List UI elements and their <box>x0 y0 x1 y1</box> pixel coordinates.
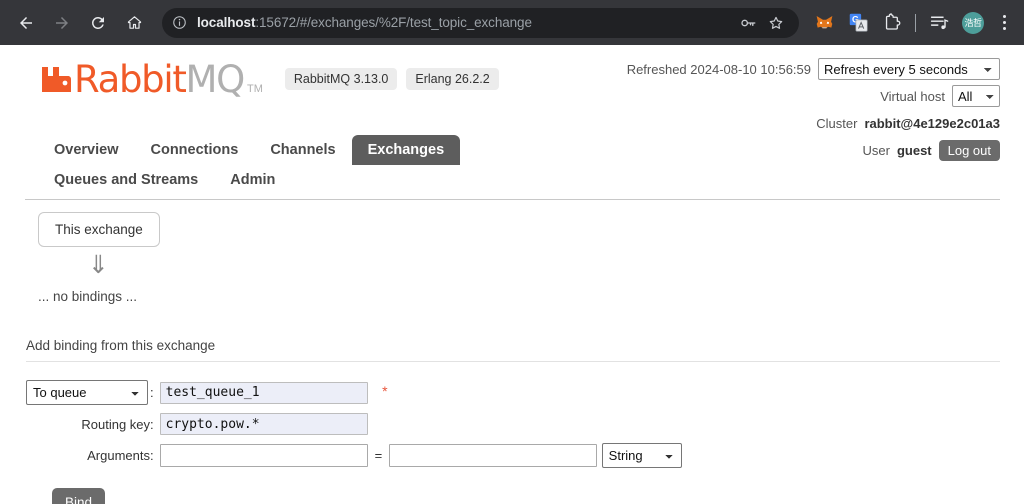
extensions-puzzle-icon[interactable] <box>879 10 905 36</box>
address-bar[interactable]: localhost:15672/#/exchanges/%2F/test_top… <box>162 7 799 38</box>
add-binding-form: To queue : * Routing key: Arguments: = <box>26 376 682 472</box>
this-exchange-node[interactable]: This exchange <box>38 212 160 247</box>
tab-connections[interactable]: Connections <box>135 135 255 165</box>
status-panel: Refreshed 2024-08-10 10:56:59 Refresh ev… <box>627 58 1000 166</box>
refresh-interval-select[interactable]: Refresh every 5 seconds <box>818 58 1000 80</box>
kebab-dot <box>1002 21 1006 24</box>
logo-text-rabbit: Rabbit <box>74 58 187 101</box>
routing-key-label: Routing key: <box>81 416 154 432</box>
cluster-label: Cluster <box>816 115 858 131</box>
browser-menu-button[interactable] <box>992 10 1016 36</box>
add-binding-heading: Add binding from this exchange <box>26 338 216 353</box>
destination-row: To queue : * <box>26 376 682 409</box>
arguments-equals-sign: = <box>374 448 383 463</box>
bindings-section: This exchange ⇓ ... no bindings ... <box>0 200 1024 304</box>
argument-key-input[interactable] <box>159 444 368 467</box>
profile-avatar[interactable]: 浩哲 <box>960 10 986 36</box>
bookmark-star-icon[interactable] <box>765 12 787 34</box>
kebab-dot <box>1002 27 1006 30</box>
tab-admin[interactable]: Admin <box>214 165 291 195</box>
home-button[interactable] <box>119 8 149 38</box>
destination-colon: : <box>150 385 154 400</box>
arguments-input-cell: = String <box>159 439 682 472</box>
forward-button[interactable] <box>47 8 77 38</box>
reload-icon <box>91 16 104 29</box>
user-name: guest <box>896 142 932 158</box>
version-badges: RabbitMQ 3.13.0 Erlang 26.2.2 <box>284 67 499 92</box>
arrow-left-icon <box>20 16 32 29</box>
url-path: :15672/#/exchanges/%2F/test_topic_exchan… <box>255 15 532 30</box>
extension-icons: G 浩哲 <box>807 10 1016 36</box>
url-host: localhost <box>197 15 256 30</box>
tab-queues-and-streams[interactable]: Queues and Streams <box>38 165 214 195</box>
page-header: RabbitMQ TM RabbitMQ 3.13.0 Erlang 26.2.… <box>0 45 1024 161</box>
required-asterisk: * <box>382 383 388 399</box>
back-button[interactable] <box>11 8 41 38</box>
user-label: User <box>862 142 890 158</box>
arrow-right-icon <box>56 16 68 29</box>
routing-key-input-cell <box>159 409 682 439</box>
destination-input-cell: * <box>159 376 682 409</box>
vhost-select[interactable]: All <box>952 85 1000 107</box>
kebab-dot <box>1002 15 1006 18</box>
destination-name-input[interactable] <box>159 381 368 404</box>
info-circle-icon[interactable] <box>171 14 188 31</box>
refreshed-timestamp: Refreshed 2024-08-10 10:56:59 <box>626 61 811 77</box>
rabbitmq-logo-icon[interactable] <box>38 59 72 100</box>
routing-key-input[interactable] <box>159 413 368 435</box>
nav-row-secondary: Queues and Streams Admin <box>38 165 1000 195</box>
arguments-row: Arguments: = String <box>26 439 682 472</box>
key-icon[interactable] <box>737 12 759 34</box>
refresh-row: Refreshed 2024-08-10 10:56:59 Refresh ev… <box>627 58 1000 80</box>
cluster-row: Cluster rabbit@4e129e2c01a3 <box>627 112 1000 134</box>
tab-exchanges[interactable]: Exchanges <box>351 135 461 165</box>
vhost-row: Virtual host All <box>627 85 1000 107</box>
vhost-label: Virtual host <box>880 88 945 104</box>
destination-type-select[interactable]: To queue <box>26 380 148 405</box>
home-icon <box>127 16 141 29</box>
routing-key-row: Routing key: <box>26 409 682 439</box>
user-row: User guest Log out <box>627 139 1000 161</box>
reload-button[interactable] <box>83 8 113 38</box>
url-text: localhost:15672/#/exchanges/%2F/test_top… <box>197 15 731 30</box>
form-divider <box>26 361 1000 362</box>
bind-button[interactable]: Bind <box>52 488 106 504</box>
argument-type-select[interactable]: String <box>601 443 682 468</box>
argument-value-input[interactable] <box>389 444 598 467</box>
destination-label-cell: To queue : <box>26 376 160 409</box>
rabbitmq-management-page: RabbitMQ TM RabbitMQ 3.13.0 Erlang 26.2.… <box>0 45 1024 504</box>
erlang-version-badge: Erlang 26.2.2 <box>406 67 499 90</box>
logo-text-mq: MQ <box>185 58 246 101</box>
log-out-button[interactable]: Log out <box>938 139 1000 161</box>
tab-channels[interactable]: Channels <box>254 135 351 165</box>
no-bindings-message: ... no bindings ... <box>38 289 138 304</box>
browser-toolbar: localhost:15672/#/exchanges/%2F/test_top… <box>0 0 1024 45</box>
logo-wordmark: RabbitMQ <box>74 58 246 101</box>
metamask-fox-icon[interactable] <box>811 10 837 36</box>
toolbar-divider <box>915 13 916 32</box>
cluster-name: rabbit@4e129e2c01a3 <box>864 115 1000 131</box>
trademark-mark: TM <box>246 83 263 95</box>
rabbitmq-version-badge: RabbitMQ 3.13.0 <box>284 67 398 90</box>
arguments-label: Arguments: <box>87 448 154 463</box>
binding-arrow-down-icon: ⇓ <box>88 250 109 279</box>
avatar-label: 浩哲 <box>962 11 984 34</box>
add-binding-section: Add binding from this exchange To queue … <box>0 338 1024 504</box>
google-translate-icon[interactable]: G <box>845 10 871 36</box>
reading-list-icon[interactable] <box>926 10 952 36</box>
tab-overview[interactable]: Overview <box>38 135 135 165</box>
